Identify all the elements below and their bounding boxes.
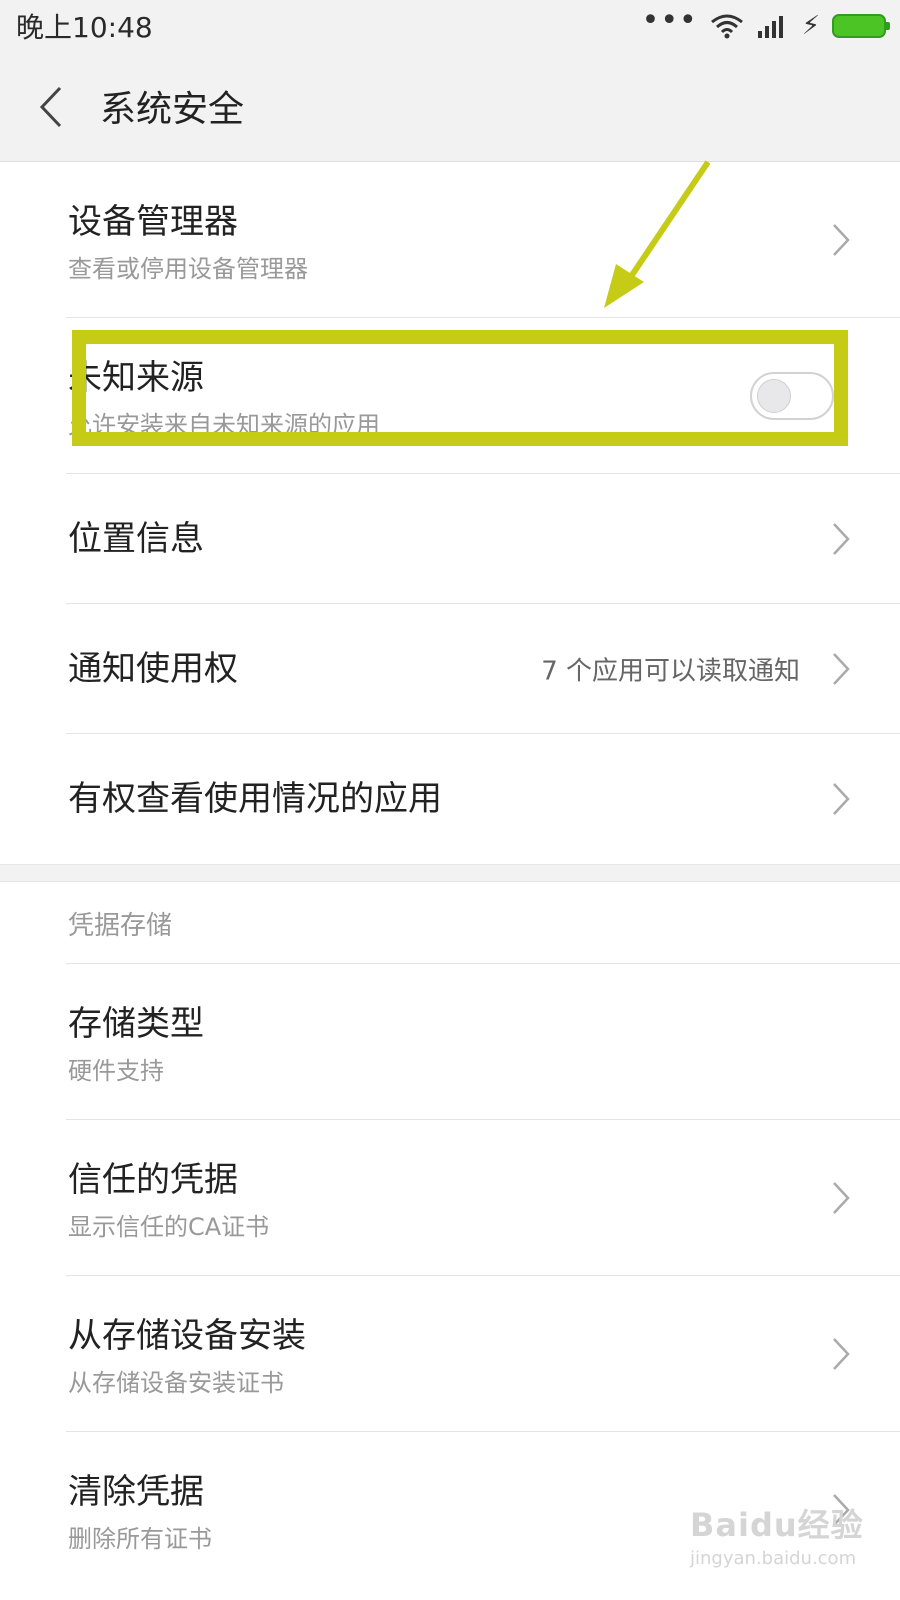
item-label: 位置信息 bbox=[68, 518, 204, 559]
item-label: 有权查看使用情况的应用 bbox=[68, 778, 442, 819]
list-item-location[interactable]: 位置信息 bbox=[0, 474, 900, 604]
wifi-icon bbox=[710, 14, 743, 39]
title-bar: 系统安全 bbox=[0, 52, 900, 162]
chevron-right-icon bbox=[833, 783, 850, 815]
annotation-arrow-icon bbox=[604, 160, 710, 308]
list-item-usage-access[interactable]: 有权查看使用情况的应用 bbox=[0, 734, 900, 864]
more-dots-icon: ••• bbox=[641, 3, 698, 38]
status-time: 晚上10:48 bbox=[16, 11, 153, 44]
section-header-credentials: 凭据存储 bbox=[0, 882, 900, 964]
annotation-highlight-box bbox=[72, 330, 848, 446]
item-sub: 查看或停用设备管理器 bbox=[68, 254, 308, 283]
chevron-right-icon bbox=[833, 523, 850, 555]
chevron-right-icon bbox=[833, 1338, 850, 1370]
watermark-brand: Baidu经验 bbox=[690, 1506, 864, 1544]
page-title: 系统安全 bbox=[100, 89, 245, 130]
item-sub: 显示信任的CA证书 bbox=[68, 1212, 270, 1241]
watermark-url: jingyan.baidu.com bbox=[690, 1548, 857, 1569]
chevron-right-icon bbox=[833, 224, 850, 256]
item-value: 7 个应用可以读取通知 bbox=[541, 656, 800, 687]
list-item-device-admin[interactable]: 设备管理器 查看或停用设备管理器 bbox=[0, 162, 900, 318]
battery-icon bbox=[832, 14, 890, 38]
status-bar: 晚上10:48 ••• ⚡ bbox=[0, 0, 900, 52]
section-gap bbox=[0, 864, 900, 882]
list-item-storage-type[interactable]: 存储类型 硬件支持 bbox=[0, 964, 900, 1120]
list-item-trusted-credentials[interactable]: 信任的凭据 显示信任的CA证书 bbox=[0, 1120, 900, 1276]
watermark: Baidu经验 jingyan.baidu.com bbox=[690, 1500, 864, 1569]
signal-icon bbox=[757, 16, 783, 38]
charging-icon: ⚡ bbox=[801, 11, 820, 41]
item-label: 信任的凭据 bbox=[68, 1160, 238, 1200]
item-sub: 硬件支持 bbox=[68, 1056, 164, 1085]
item-label: 设备管理器 bbox=[68, 202, 238, 242]
status-icons: ••• ⚡ bbox=[642, 6, 890, 41]
item-label: 从存储设备安装 bbox=[68, 1316, 306, 1356]
section-header-label: 凭据存储 bbox=[68, 910, 173, 941]
item-label: 通知使用权 bbox=[68, 648, 238, 689]
item-sub: 从存储设备安装证书 bbox=[68, 1368, 284, 1397]
item-label: 存储类型 bbox=[68, 1004, 204, 1044]
list-item-install-from-storage[interactable]: 从存储设备安装 从存储设备安装证书 bbox=[0, 1276, 900, 1432]
back-icon[interactable] bbox=[36, 82, 66, 132]
list-item-notification-access[interactable]: 通知使用权 7 个应用可以读取通知 bbox=[0, 604, 900, 734]
chevron-right-icon bbox=[833, 653, 850, 685]
chevron-right-icon bbox=[833, 1182, 850, 1214]
